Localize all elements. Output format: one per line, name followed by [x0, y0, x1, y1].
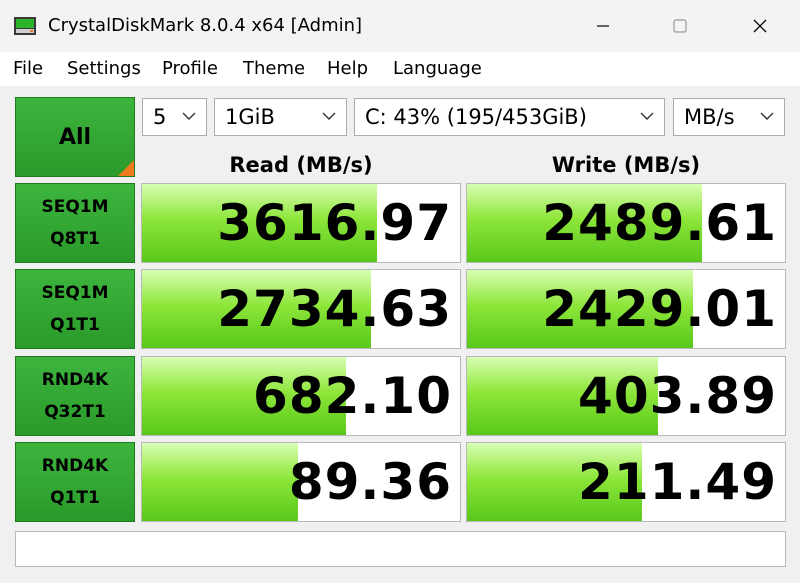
- minimize-button[interactable]: [583, 10, 623, 42]
- read-result-value: 89.36: [288, 453, 452, 511]
- menu-file[interactable]: File: [13, 58, 43, 80]
- maximize-icon: [673, 19, 687, 33]
- test-name-line2: Q8T1: [50, 229, 100, 249]
- unit-select[interactable]: MB/s: [673, 98, 785, 136]
- chevron-down-icon: [182, 112, 196, 120]
- minimize-icon: [597, 25, 609, 27]
- test-size-value: 1GiB: [225, 105, 275, 129]
- write-result-value: 403.89: [578, 367, 777, 425]
- drive-select[interactable]: C: 43% (195/453GiB): [354, 98, 665, 136]
- chevron-down-icon: [640, 112, 654, 120]
- test-name-line2: Q1T1: [50, 488, 100, 508]
- read-result-bar: [142, 443, 298, 521]
- test-name-line2: Q1T1: [50, 315, 100, 335]
- window-title: CrystalDiskMark 8.0.4 x64 [Admin]: [48, 15, 363, 36]
- chevron-down-icon: [322, 112, 336, 120]
- read-result-seq1m-q8t1: 3616.97: [141, 183, 461, 263]
- test-count-select[interactable]: 5: [142, 98, 207, 136]
- menu-profile[interactable]: Profile: [162, 58, 218, 80]
- write-column-header: Write (MB/s): [551, 153, 701, 177]
- menu-bar: File Settings Profile Theme Help Languag…: [0, 52, 800, 86]
- chevron-down-icon: [760, 112, 774, 120]
- close-button[interactable]: [740, 10, 780, 42]
- menu-language[interactable]: Language: [393, 58, 482, 80]
- read-result-seq1m-q1t1: 2734.63: [141, 269, 461, 349]
- menu-settings[interactable]: Settings: [67, 58, 141, 80]
- run-all-button[interactable]: All: [15, 97, 135, 177]
- write-result-value: 2429.01: [542, 280, 777, 338]
- run-all-label: All: [58, 124, 92, 150]
- close-icon: [753, 19, 767, 33]
- test-size-select[interactable]: 1GiB: [214, 98, 347, 136]
- read-result-rnd4k-q32t1: 682.10: [141, 356, 461, 436]
- read-result-value: 682.10: [253, 367, 452, 425]
- write-result-rnd4k-q1t1: 211.49: [466, 442, 786, 522]
- write-result-value: 211.49: [578, 453, 777, 511]
- test-name-line2: Q32T1: [44, 402, 106, 422]
- test-button-seq1m-q8t1[interactable]: SEQ1M Q8T1: [15, 183, 135, 263]
- maximize-button[interactable]: [660, 10, 700, 42]
- write-result-seq1m-q1t1: 2429.01: [466, 269, 786, 349]
- comment-input[interactable]: [15, 531, 786, 567]
- corner-marker-icon: [118, 160, 134, 176]
- title-bar: CrystalDiskMark 8.0.4 x64 [Admin]: [0, 0, 800, 52]
- read-result-value: 3616.97: [217, 194, 452, 252]
- drive-value: C: 43% (195/453GiB): [365, 105, 587, 129]
- test-name-line1: RND4K: [41, 456, 109, 476]
- test-name-line1: SEQ1M: [41, 197, 109, 217]
- write-result-value: 2489.61: [542, 194, 777, 252]
- read-result-rnd4k-q1t1: 89.36: [141, 442, 461, 522]
- read-column-header: Read (MB/s): [229, 153, 373, 177]
- menu-help[interactable]: Help: [327, 58, 368, 80]
- test-name-line1: SEQ1M: [41, 283, 109, 303]
- menu-theme[interactable]: Theme: [243, 58, 305, 80]
- test-button-rnd4k-q32t1[interactable]: RND4K Q32T1: [15, 356, 135, 436]
- read-result-value: 2734.63: [217, 280, 452, 338]
- test-count-value: 5: [153, 105, 167, 129]
- test-button-seq1m-q1t1[interactable]: SEQ1M Q1T1: [15, 269, 135, 349]
- test-button-rnd4k-q1t1[interactable]: RND4K Q1T1: [15, 442, 135, 522]
- app-disk-icon: [14, 17, 36, 35]
- write-result-rnd4k-q32t1: 403.89: [466, 356, 786, 436]
- unit-value: MB/s: [684, 105, 735, 129]
- test-name-line1: RND4K: [41, 370, 109, 390]
- write-result-seq1m-q8t1: 2489.61: [466, 183, 786, 263]
